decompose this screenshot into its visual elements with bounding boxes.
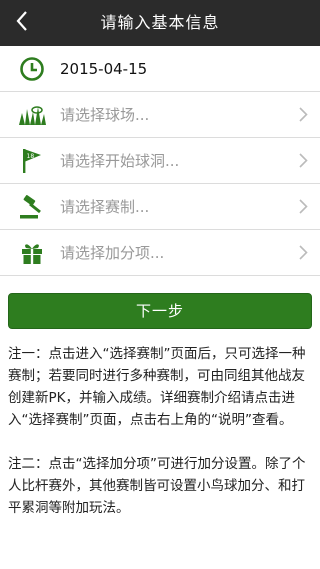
flag-18-icon: 18 — [17, 146, 47, 176]
select-format-row[interactable]: 请选择赛制... — [0, 184, 320, 230]
note-1: 注一：点击进入“选择赛制”页面后，只可选择一种赛制；若要同时进行多种赛制，可由同… — [8, 346, 306, 428]
date-row[interactable]: 2015-04-15 — [0, 46, 320, 92]
notes-section: 注一：点击进入“选择赛制”页面后，只可选择一种赛制；若要同时进行多种赛制，可由同… — [8, 343, 314, 541]
select-course-row[interactable]: 请选择球场... — [0, 92, 320, 138]
svg-text:18: 18 — [27, 153, 35, 160]
select-bonus-label: 请选择加分项... — [60, 244, 165, 262]
grass-icon — [17, 100, 47, 130]
chevron-right-icon — [299, 153, 308, 168]
top-bar: 请输入基本信息 — [0, 0, 320, 46]
select-format-label: 请选择赛制... — [60, 198, 150, 216]
select-start-hole-label: 请选择开始球洞... — [60, 152, 180, 170]
select-course-label: 请选择球场... — [60, 106, 150, 124]
select-start-hole-row[interactable]: 18 请选择开始球洞... — [0, 138, 320, 184]
clock-icon — [17, 54, 47, 84]
next-step-button[interactable]: 下一步 — [8, 293, 312, 329]
note-2: 注二：点击“选择加分项”可进行加分设置。除了个人比杆赛外，其他赛制皆可设置小鸟球… — [8, 456, 306, 516]
page-title: 请输入基本信息 — [100, 13, 220, 32]
chevron-right-icon — [299, 245, 308, 260]
chevron-right-icon — [299, 107, 308, 122]
gift-icon — [17, 238, 47, 268]
select-bonus-row[interactable]: 请选择加分项... — [0, 230, 320, 276]
date-value: 2015-04-15 — [60, 59, 148, 78]
gavel-icon — [17, 192, 47, 222]
chevron-right-icon — [299, 199, 308, 214]
